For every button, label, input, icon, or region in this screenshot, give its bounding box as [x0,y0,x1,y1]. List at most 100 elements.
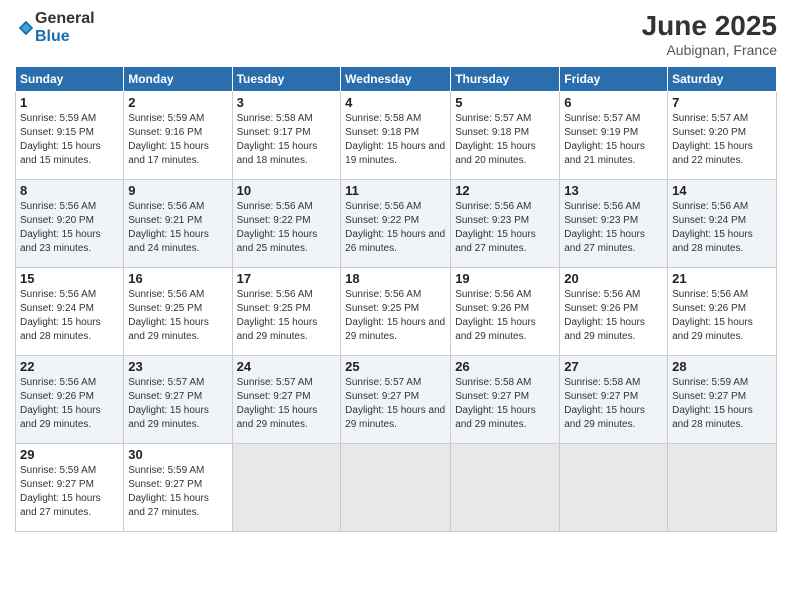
table-row: 23 Sunrise: 5:57 AM Sunset: 9:27 PM Dayl… [124,356,232,444]
daylight-text: Daylight: 15 hours and 28 minutes. [672,229,753,254]
sunrise-text: Sunrise: 5:56 AM [345,289,421,300]
day-info: Sunrise: 5:56 AM Sunset: 9:21 PM Dayligh… [128,200,227,256]
table-row: 3 Sunrise: 5:58 AM Sunset: 9:17 PM Dayli… [232,92,341,180]
col-friday: Friday [560,67,668,92]
calendar-header-row: Sunday Monday Tuesday Wednesday Thursday… [16,67,777,92]
sunrise-text: Sunrise: 5:56 AM [20,377,96,388]
table-row: 8 Sunrise: 5:56 AM Sunset: 9:20 PM Dayli… [16,180,124,268]
daylight-text: Daylight: 15 hours and 15 minutes. [20,141,101,166]
daylight-text: Daylight: 15 hours and 29 minutes. [237,405,318,430]
day-info: Sunrise: 5:56 AM Sunset: 9:25 PM Dayligh… [128,288,227,344]
sunrise-text: Sunrise: 5:56 AM [455,201,531,212]
day-number: 3 [237,95,337,110]
table-row: 2 Sunrise: 5:59 AM Sunset: 9:16 PM Dayli… [124,92,232,180]
sunset-text: Sunset: 9:15 PM [20,127,94,138]
table-row: 26 Sunrise: 5:58 AM Sunset: 9:27 PM Dayl… [451,356,560,444]
table-row [668,444,777,532]
day-number: 23 [128,359,227,374]
sunset-text: Sunset: 9:20 PM [20,215,94,226]
sunset-text: Sunset: 9:23 PM [455,215,529,226]
daylight-text: Daylight: 15 hours and 29 minutes. [455,405,536,430]
calendar-week-1: 1 Sunrise: 5:59 AM Sunset: 9:15 PM Dayli… [16,92,777,180]
daylight-text: Daylight: 15 hours and 29 minutes. [237,317,318,342]
day-number: 22 [20,359,119,374]
day-number: 16 [128,271,227,286]
sunset-text: Sunset: 9:26 PM [20,391,94,402]
day-info: Sunrise: 5:56 AM Sunset: 9:26 PM Dayligh… [20,376,119,432]
table-row: 1 Sunrise: 5:59 AM Sunset: 9:15 PM Dayli… [16,92,124,180]
table-row: 19 Sunrise: 5:56 AM Sunset: 9:26 PM Dayl… [451,268,560,356]
sunrise-text: Sunrise: 5:56 AM [20,201,96,212]
col-sunday: Sunday [16,67,124,92]
daylight-text: Daylight: 15 hours and 24 minutes. [128,229,209,254]
sunset-text: Sunset: 9:27 PM [672,391,746,402]
sunset-text: Sunset: 9:25 PM [128,303,202,314]
day-number: 6 [564,95,663,110]
table-row: 29 Sunrise: 5:59 AM Sunset: 9:27 PM Dayl… [16,444,124,532]
sunset-text: Sunset: 9:18 PM [455,127,529,138]
sunrise-text: Sunrise: 5:58 AM [564,377,640,388]
day-info: Sunrise: 5:59 AM Sunset: 9:27 PM Dayligh… [672,376,772,432]
table-row: 13 Sunrise: 5:56 AM Sunset: 9:23 PM Dayl… [560,180,668,268]
sunrise-text: Sunrise: 5:57 AM [564,113,640,124]
day-number: 8 [20,183,119,198]
table-row: 6 Sunrise: 5:57 AM Sunset: 9:19 PM Dayli… [560,92,668,180]
sunset-text: Sunset: 9:27 PM [128,391,202,402]
sunrise-text: Sunrise: 5:59 AM [672,377,748,388]
sunrise-text: Sunrise: 5:59 AM [128,113,204,124]
table-row: 28 Sunrise: 5:59 AM Sunset: 9:27 PM Dayl… [668,356,777,444]
sunrise-text: Sunrise: 5:56 AM [128,201,204,212]
day-number: 11 [345,183,446,198]
sunrise-text: Sunrise: 5:56 AM [237,289,313,300]
calendar-week-4: 22 Sunrise: 5:56 AM Sunset: 9:26 PM Dayl… [16,356,777,444]
daylight-text: Daylight: 15 hours and 29 minutes. [345,317,445,342]
daylight-text: Daylight: 15 hours and 27 minutes. [564,229,645,254]
logo-text: General Blue [35,10,95,45]
table-row: 25 Sunrise: 5:57 AM Sunset: 9:27 PM Dayl… [341,356,451,444]
sunrise-text: Sunrise: 5:58 AM [345,113,421,124]
day-info: Sunrise: 5:57 AM Sunset: 9:27 PM Dayligh… [345,376,446,432]
day-info: Sunrise: 5:57 AM Sunset: 9:27 PM Dayligh… [128,376,227,432]
daylight-text: Daylight: 15 hours and 29 minutes. [672,317,753,342]
daylight-text: Daylight: 15 hours and 29 minutes. [128,317,209,342]
header: General Blue June 2025 Aubignan, France [15,10,777,58]
sunset-text: Sunset: 9:25 PM [237,303,311,314]
daylight-text: Daylight: 15 hours and 26 minutes. [345,229,445,254]
daylight-text: Daylight: 15 hours and 22 minutes. [672,141,753,166]
calendar-table: Sunday Monday Tuesday Wednesday Thursday… [15,66,777,532]
table-row [232,444,341,532]
day-number: 28 [672,359,772,374]
calendar-week-2: 8 Sunrise: 5:56 AM Sunset: 9:20 PM Dayli… [16,180,777,268]
sunrise-text: Sunrise: 5:56 AM [455,289,531,300]
col-monday: Monday [124,67,232,92]
table-row: 18 Sunrise: 5:56 AM Sunset: 9:25 PM Dayl… [341,268,451,356]
sunrise-text: Sunrise: 5:59 AM [20,113,96,124]
sunset-text: Sunset: 9:24 PM [20,303,94,314]
sunset-text: Sunset: 9:22 PM [345,215,419,226]
month-title: June 2025 [642,10,777,42]
day-info: Sunrise: 5:56 AM Sunset: 9:25 PM Dayligh… [237,288,337,344]
sunrise-text: Sunrise: 5:56 AM [564,289,640,300]
daylight-text: Daylight: 15 hours and 29 minutes. [345,405,445,430]
table-row: 20 Sunrise: 5:56 AM Sunset: 9:26 PM Dayl… [560,268,668,356]
col-thursday: Thursday [451,67,560,92]
sunrise-text: Sunrise: 5:56 AM [345,201,421,212]
day-info: Sunrise: 5:56 AM Sunset: 9:25 PM Dayligh… [345,288,446,344]
daylight-text: Daylight: 15 hours and 27 minutes. [20,493,101,518]
sunrise-text: Sunrise: 5:59 AM [128,465,204,476]
day-number: 26 [455,359,555,374]
sunset-text: Sunset: 9:27 PM [564,391,638,402]
daylight-text: Daylight: 15 hours and 28 minutes. [20,317,101,342]
table-row: 15 Sunrise: 5:56 AM Sunset: 9:24 PM Dayl… [16,268,124,356]
day-number: 20 [564,271,663,286]
page: General Blue June 2025 Aubignan, France … [0,0,792,612]
day-number: 12 [455,183,555,198]
day-number: 7 [672,95,772,110]
sunset-text: Sunset: 9:19 PM [564,127,638,138]
sunrise-text: Sunrise: 5:56 AM [672,289,748,300]
sunset-text: Sunset: 9:16 PM [128,127,202,138]
day-number: 14 [672,183,772,198]
day-number: 13 [564,183,663,198]
title-area: June 2025 Aubignan, France [642,10,777,58]
day-number: 2 [128,95,227,110]
